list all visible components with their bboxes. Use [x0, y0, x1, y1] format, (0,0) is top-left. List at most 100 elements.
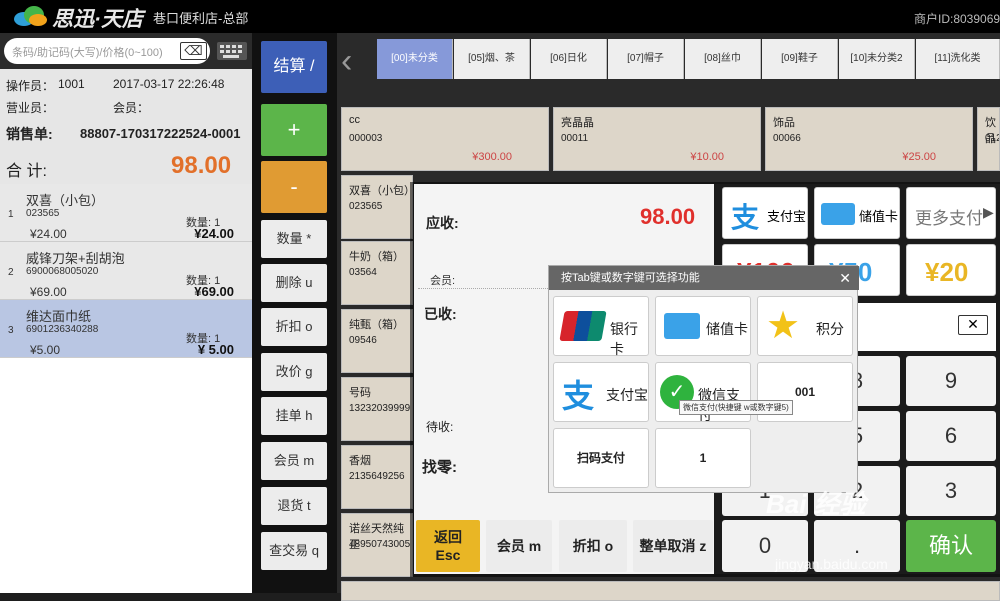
product-tile[interactable]: 诺丝天然纯正 48950743005 [341, 513, 413, 577]
alipay-option[interactable]: 支 支付宝 [553, 362, 649, 422]
product-tile[interactable]: 号码 13232039999 [341, 377, 413, 441]
clear-search-icon[interactable]: ⌫ [180, 42, 207, 60]
product-tile[interactable]: 亮晶晶 00011 ¥10.00 [553, 107, 761, 171]
item-price: ¥69.00 [30, 285, 67, 299]
category-bar: ‹ [00]未分类 [05]烟、茶 [06]日化 [07]帽子 [08]丝巾 [… [337, 33, 1000, 93]
checkout-button[interactable]: 结算 / [261, 41, 327, 93]
more-payment-button[interactable]: 更多支付 ▶ [906, 187, 996, 239]
item-index: 1 [8, 209, 14, 220]
baidu-watermark-url: jingyan.baidu.com [775, 556, 888, 572]
keyboard-icon[interactable] [217, 42, 247, 60]
quantity-button[interactable]: 数量 * [261, 220, 327, 258]
product-code: 13232039999 [349, 403, 411, 414]
back-button[interactable]: 返回 Esc [416, 520, 480, 572]
close-icon[interactable]: ✕ [839, 266, 851, 290]
product-tile[interactable]: 饮品 0123 [977, 107, 1000, 171]
product-tile[interactable]: 双喜（小包） 023565 [341, 175, 413, 239]
item-price: ¥24.00 [30, 227, 67, 241]
item-code: 023565 [26, 208, 60, 219]
reprice-button[interactable]: 改价 g [261, 353, 327, 391]
hold-button[interactable]: 挂单 h [261, 397, 327, 435]
bank-card-option[interactable]: 银行卡 [553, 296, 649, 357]
category-tab[interactable]: [09]鞋子 [762, 39, 838, 79]
cancel-order-button[interactable]: 整单取消 z [633, 520, 713, 572]
cart-item[interactable]: 威锋刀架+刮胡泡 2 6900068005020 数量: 1 ¥69.00 ¥6… [0, 242, 252, 300]
category-tab[interactable]: [05]烟、茶 [454, 39, 530, 79]
product-code: 03564 [349, 267, 377, 278]
key-3[interactable]: 3 [906, 466, 996, 516]
unionpay-icon [559, 311, 607, 341]
alipay-label: 支付宝 [606, 387, 648, 403]
product-code: 023565 [349, 201, 383, 212]
delete-button[interactable]: 删除 u [261, 264, 327, 302]
operator-value: 1001 [58, 77, 85, 91]
category-tab[interactable]: [00]未分类 [377, 39, 453, 79]
search-placeholder: 条码/助记码(大写)/价格(0~100) [12, 47, 163, 59]
minus-button[interactable]: - [261, 161, 327, 213]
item-index: 3 [8, 325, 14, 336]
item-name: 双喜（小包） [26, 193, 105, 208]
product-name: 牛奶（箱） [349, 251, 404, 263]
payment-member-button[interactable]: 会员 m [486, 520, 552, 572]
brand-name: 思迅·天店 [52, 8, 143, 31]
stored-card-option[interactable]: 储值卡 [655, 296, 751, 356]
payment-discount-button[interactable]: 折扣 o [559, 520, 627, 572]
change-label: 找零: [422, 459, 457, 476]
category-tab[interactable]: [08]丝巾 [685, 39, 761, 79]
product-tile[interactable]: 香烟 2135649256 [341, 445, 413, 509]
product-code: 00011 [561, 133, 589, 144]
operator-label: 操作员： [6, 79, 55, 93]
product-tile[interactable]: 饰品 00066 ¥25.00 [765, 107, 973, 171]
product-tile[interactable]: 牛奶（箱） 03564 [341, 241, 413, 305]
merchant-id: 商户ID:8039069 [914, 12, 1000, 26]
received-label: 已收: [424, 306, 457, 322]
item-index: 2 [8, 267, 14, 278]
cloud-logo-icon [14, 6, 47, 26]
category-tab[interactable]: [11]洗化类 [916, 39, 1000, 79]
item-name: 维达面巾纸 [26, 309, 92, 324]
search-input[interactable]: 条码/助记码(大写)/价格(0~100) ⌫ [4, 38, 210, 64]
cart-item[interactable]: 双喜（小包） 1 023565 数量: 1 ¥24.00 ¥24.00 [0, 184, 252, 242]
scan-pay-option[interactable]: 扫码支付 [553, 428, 649, 488]
points-option[interactable]: ★ 积分 [757, 296, 853, 356]
order-datetime: 2017-03-17 22:26:48 [113, 77, 225, 91]
product-name: 号码 [349, 387, 371, 399]
pending-label: 待收: [426, 420, 454, 434]
backspace-icon[interactable]: ✕ [958, 315, 988, 335]
chevron-left-icon[interactable]: ‹ [341, 41, 371, 85]
category-tab[interactable]: [07]帽子 [608, 39, 684, 79]
payment-member-label: 会员: [430, 275, 456, 287]
key-6[interactable]: 6 [906, 411, 996, 461]
top-bar: 思迅·天店 巷口便利店-总部 商户ID:8039069 [0, 0, 1000, 33]
more-payment-label: 更多支付 [915, 209, 983, 228]
quick-20-button[interactable]: ¥20 [906, 244, 996, 296]
confirm-button[interactable]: 确认 [906, 520, 996, 572]
item-total: ¥69.00 [194, 284, 234, 299]
cart-item-selected[interactable]: 维达面巾纸 3 6901236340288 数量: 1 ¥5.00 ¥ 5.00 [0, 300, 252, 358]
option-1[interactable]: 1 [655, 428, 751, 488]
alipay-icon: 支 [731, 202, 760, 233]
member-button[interactable]: 会员 m [261, 442, 327, 480]
category-tab[interactable]: [06]日化 [531, 39, 607, 79]
key-9[interactable]: 9 [906, 356, 996, 406]
category-tab[interactable]: [10]未分类2 [839, 39, 915, 79]
product-name: 亮晶晶 [561, 117, 594, 129]
stored-card-button[interactable]: 储值卡 [814, 187, 900, 239]
plus-button[interactable]: + [261, 104, 327, 156]
back-shortcut: Esc [435, 547, 461, 563]
discount-button[interactable]: 折扣 o [261, 308, 327, 346]
product-tile[interactable]: cc 000003 ¥300.00 [341, 107, 549, 171]
product-code: 00066 [773, 133, 801, 144]
product-name: 香烟 [349, 455, 371, 467]
refund-button[interactable]: 退货 t [261, 487, 327, 525]
salesperson-label: 营业员： [6, 101, 55, 115]
product-price: ¥25.00 [902, 151, 936, 163]
product-tile[interactable]: 纯甄（箱） 09546 [341, 309, 413, 373]
item-total: ¥24.00 [194, 226, 234, 241]
product-row-partial [341, 581, 1000, 601]
alipay-button[interactable]: 支 支付宝 [722, 187, 808, 239]
product-price: ¥300.00 [472, 151, 512, 163]
item-price: ¥5.00 [30, 343, 61, 357]
query-transactions-button[interactable]: 查交易 q [261, 532, 327, 570]
card-icon [664, 313, 700, 339]
